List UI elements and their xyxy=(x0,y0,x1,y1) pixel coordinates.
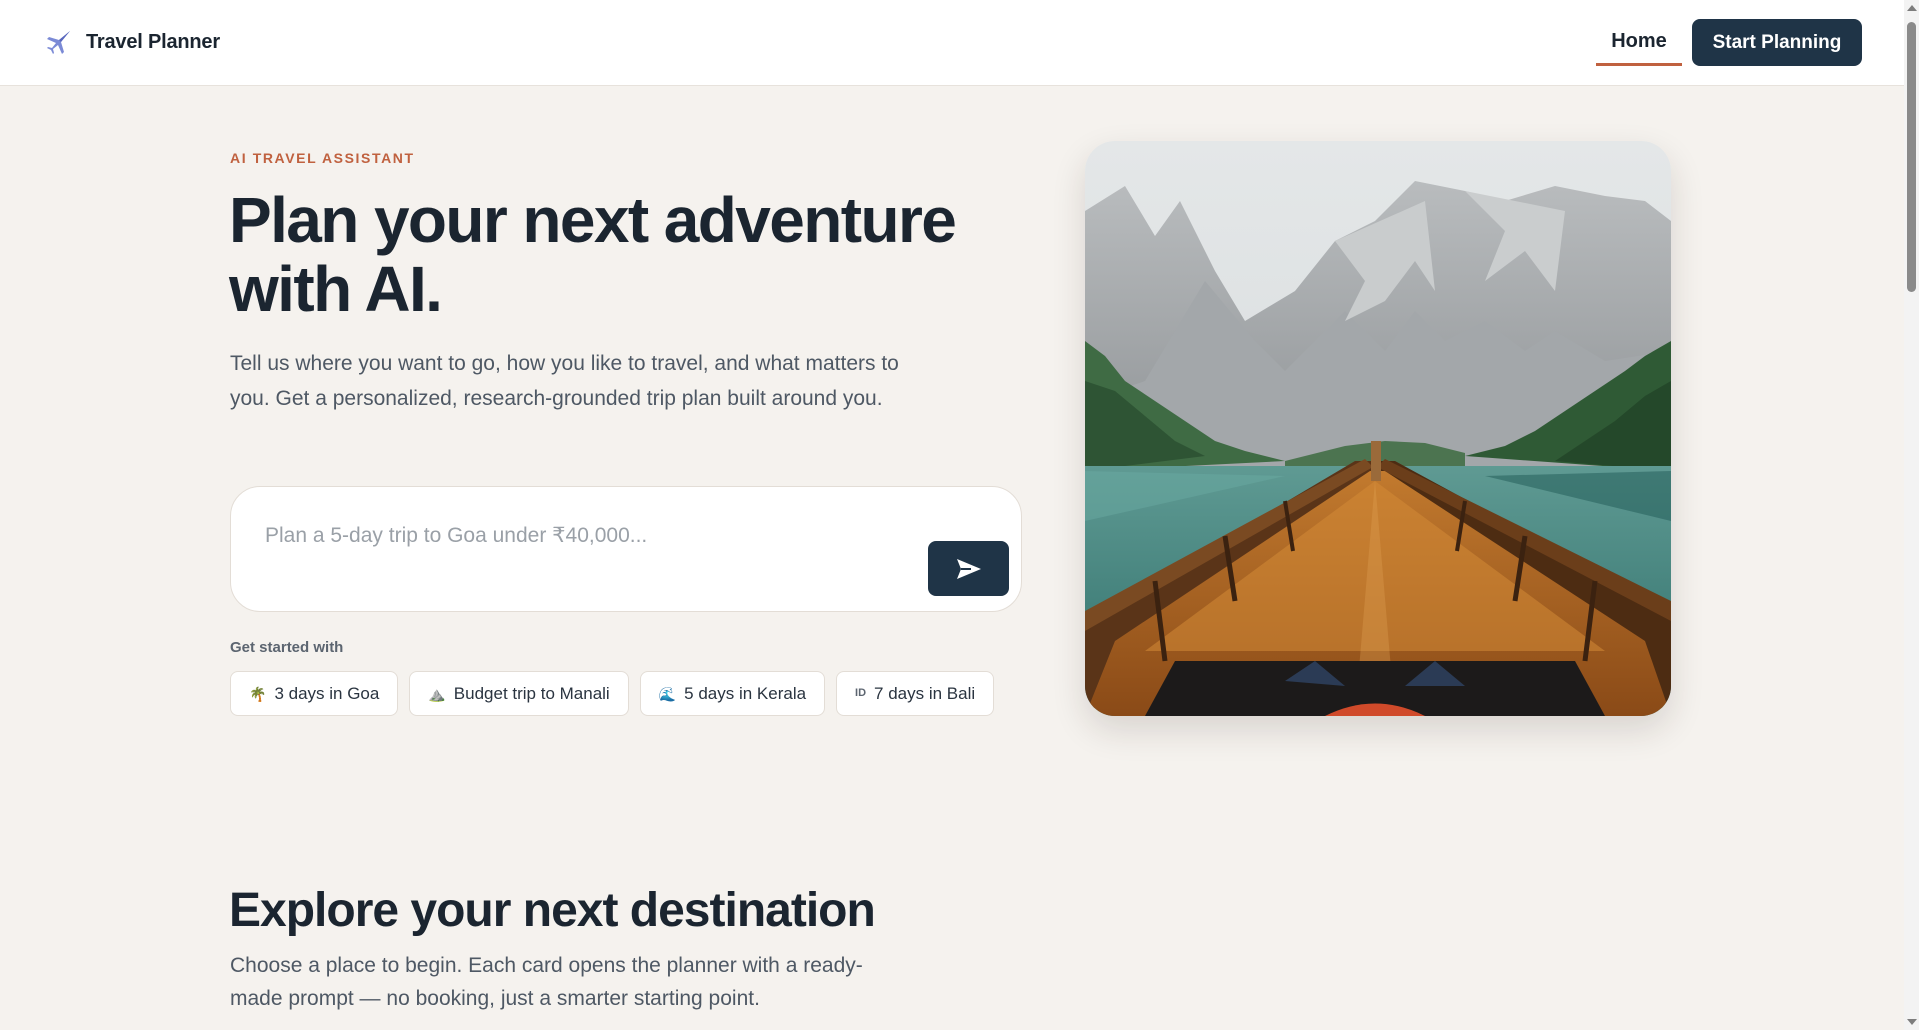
chip-label: 5 days in Kerala xyxy=(684,683,807,703)
top-nav-bar: Travel Planner Home Start Planning xyxy=(0,0,1904,86)
send-button[interactable] xyxy=(928,541,1009,596)
hero-title-line-1: Plan your next adventure xyxy=(229,184,957,256)
boat-lake-illustration xyxy=(1085,141,1671,716)
indonesia-flag-icon: ID xyxy=(855,687,867,699)
starter-chip-kerala[interactable]: 🌊 5 days in Kerala xyxy=(639,671,826,716)
brand-logo[interactable]: Travel Planner xyxy=(44,28,220,56)
wave-icon: 🌊 xyxy=(658,685,677,702)
chip-label: 7 days in Bali xyxy=(874,683,976,703)
explore-section-subtitle: Choose a place to begin. Each card opens… xyxy=(230,954,863,1010)
scroll-up-arrow-icon[interactable] xyxy=(1907,5,1917,11)
explore-section-title: Explore your next destination xyxy=(229,884,876,937)
chip-label: 3 days in Goa xyxy=(274,683,380,703)
hero-eyebrow: AI TRAVEL ASSISTANT xyxy=(230,150,415,166)
scroll-thumb[interactable] xyxy=(1907,22,1916,292)
trip-prompt-box xyxy=(230,486,1022,612)
send-icon xyxy=(956,558,981,579)
starter-chip-goa[interactable]: 🌴 3 days in Goa xyxy=(230,671,399,716)
starter-chips: 🌴 3 days in Goa ⛰️ Budget trip to Manali… xyxy=(230,671,995,716)
trip-prompt-input[interactable] xyxy=(263,517,907,555)
hero-title: Plan your next adventure with AI. xyxy=(229,186,989,324)
chip-label: Budget trip to Manali xyxy=(453,683,610,703)
palm-tree-icon: 🌴 xyxy=(249,685,267,702)
starter-chip-bali[interactable]: ID 7 days in Bali xyxy=(836,671,995,716)
brand-name: Travel Planner xyxy=(86,30,220,53)
airplane-icon xyxy=(47,31,70,54)
starter-chip-manali[interactable]: ⛰️ Budget trip to Manali xyxy=(409,671,629,716)
start-planning-button[interactable]: Start Planning xyxy=(1692,19,1862,66)
hero-title-line-2: with AI. xyxy=(229,253,443,325)
mountain-icon: ⛰️ xyxy=(428,685,446,702)
nav-link-home[interactable]: Home xyxy=(1596,22,1682,66)
starters-label: Get started with xyxy=(230,639,344,656)
hero-subtitle: Tell us where you want to go, how you li… xyxy=(230,352,899,410)
page-scrollbar[interactable] xyxy=(1904,0,1919,1030)
scroll-down-arrow-icon[interactable] xyxy=(1907,1019,1917,1025)
hero-image xyxy=(1085,141,1671,716)
